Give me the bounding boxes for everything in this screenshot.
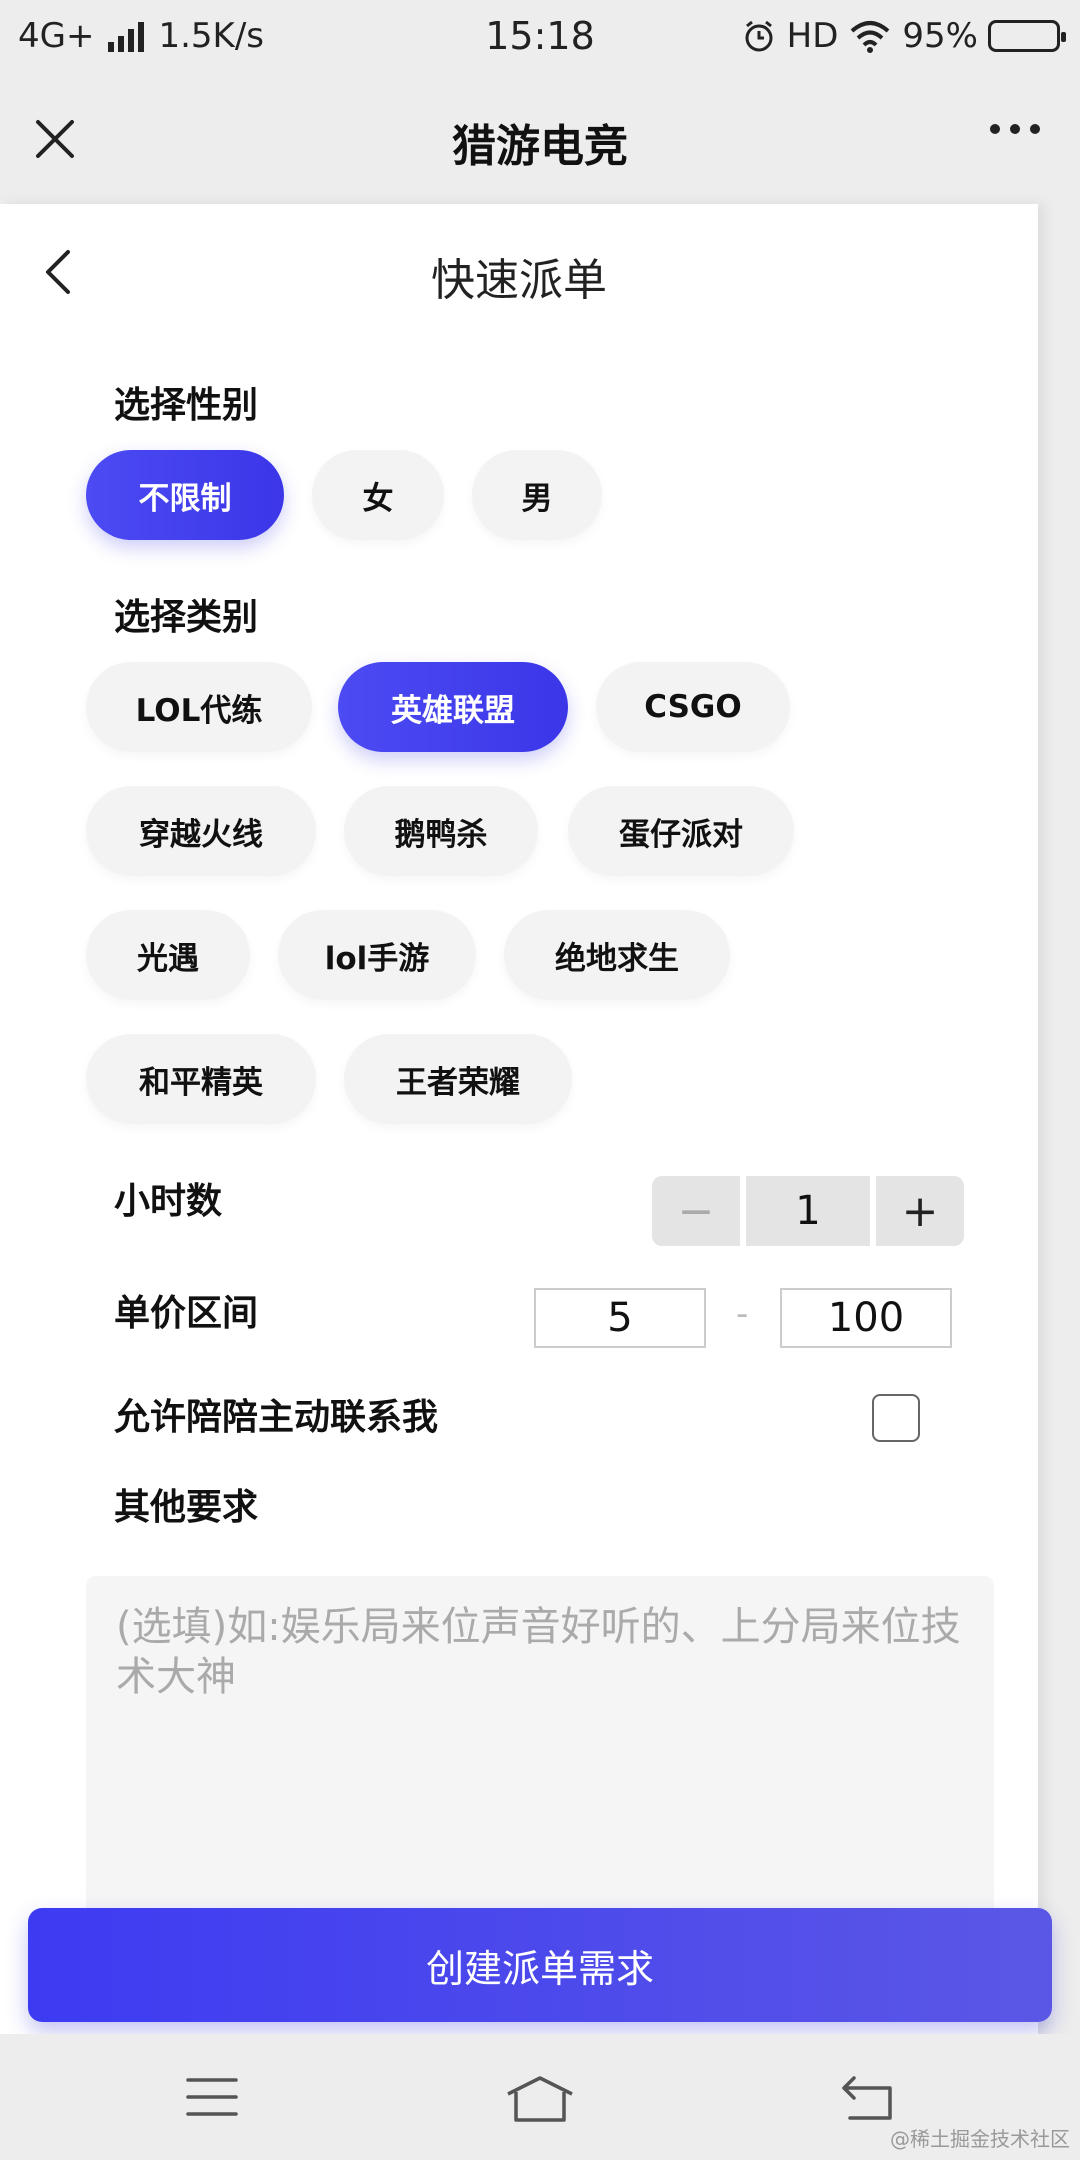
- requirements-placeholder: (选填)如:娱乐局来位声音好听的、上分局来位技术大神: [116, 1604, 961, 1700]
- content-sheet: 快速派单 选择性别 不限制 女 男 选择类别 LOL代练 英雄联盟 CSGO 穿…: [0, 204, 1038, 2034]
- decrement-button[interactable]: −: [652, 1176, 740, 1246]
- hd-badge: HD: [786, 16, 839, 56]
- back-icon[interactable]: [840, 2074, 896, 2124]
- increment-button[interactable]: +: [876, 1176, 964, 1246]
- battery-icon: [988, 20, 1066, 52]
- alarm-icon: [745, 20, 773, 52]
- status-right: HD 95%: [741, 16, 1066, 56]
- home-icon[interactable]: [504, 2074, 576, 2124]
- category-option[interactable]: 鹅鸭杀: [344, 786, 538, 876]
- page-title: 快速派单: [431, 255, 607, 306]
- price-label: 单价区间: [114, 1293, 259, 1334]
- category-option[interactable]: LOL代练: [86, 662, 312, 752]
- gender-option-any[interactable]: 不限制: [86, 450, 284, 540]
- allow-contact-checkbox[interactable]: [872, 1394, 920, 1442]
- category-option[interactable]: 绝地求生: [504, 910, 730, 1000]
- system-nav-bar: @稀土掘金技术社区: [0, 2034, 1080, 2160]
- status-bar: 4G+ 1.5K/s 15:18 HD 95%: [0, 0, 1080, 74]
- category-option[interactable]: 穿越火线: [86, 786, 316, 876]
- allow-contact-label: 允许陪陪主动联系我: [114, 1397, 439, 1438]
- requirements-label: 其他要求: [114, 1487, 259, 1528]
- create-order-button[interactable]: 创建派单需求: [28, 1908, 1052, 2022]
- category-option[interactable]: 蛋仔派对: [568, 786, 794, 876]
- wifi-icon: [851, 21, 890, 53]
- more-icon[interactable]: [990, 124, 1040, 134]
- app-title: 猎游电竞: [452, 121, 628, 172]
- watermark: @稀土掘金技术社区: [890, 2127, 1070, 2151]
- menu-icon[interactable]: [184, 2074, 240, 2120]
- category-option[interactable]: 光遇: [86, 910, 250, 1000]
- hours-stepper: − 1 +: [652, 1176, 964, 1246]
- price-max-input[interactable]: 100: [780, 1288, 952, 1348]
- category-option[interactable]: 和平精英: [86, 1034, 316, 1124]
- gender-option-male[interactable]: 男: [472, 450, 602, 540]
- battery-percent: 95%: [902, 16, 978, 56]
- price-min-input[interactable]: 5: [534, 1288, 706, 1348]
- app-title-bar: 猎游电竞: [0, 74, 1080, 204]
- requirements-textarea[interactable]: (选填)如:娱乐局来位声音好听的、上分局来位技术大神: [86, 1576, 994, 1956]
- gender-label: 选择性别: [114, 385, 259, 426]
- category-option[interactable]: 王者荣耀: [344, 1034, 572, 1124]
- hours-label: 小时数: [114, 1181, 223, 1222]
- category-option-selected[interactable]: 英雄联盟: [338, 662, 568, 752]
- category-option[interactable]: CSGO: [596, 662, 790, 752]
- price-separator: -: [736, 1294, 749, 1334]
- category-option[interactable]: lol手游: [278, 910, 476, 1000]
- gender-option-female[interactable]: 女: [312, 450, 444, 540]
- hours-value[interactable]: 1: [746, 1176, 870, 1246]
- category-label: 选择类别: [114, 597, 259, 638]
